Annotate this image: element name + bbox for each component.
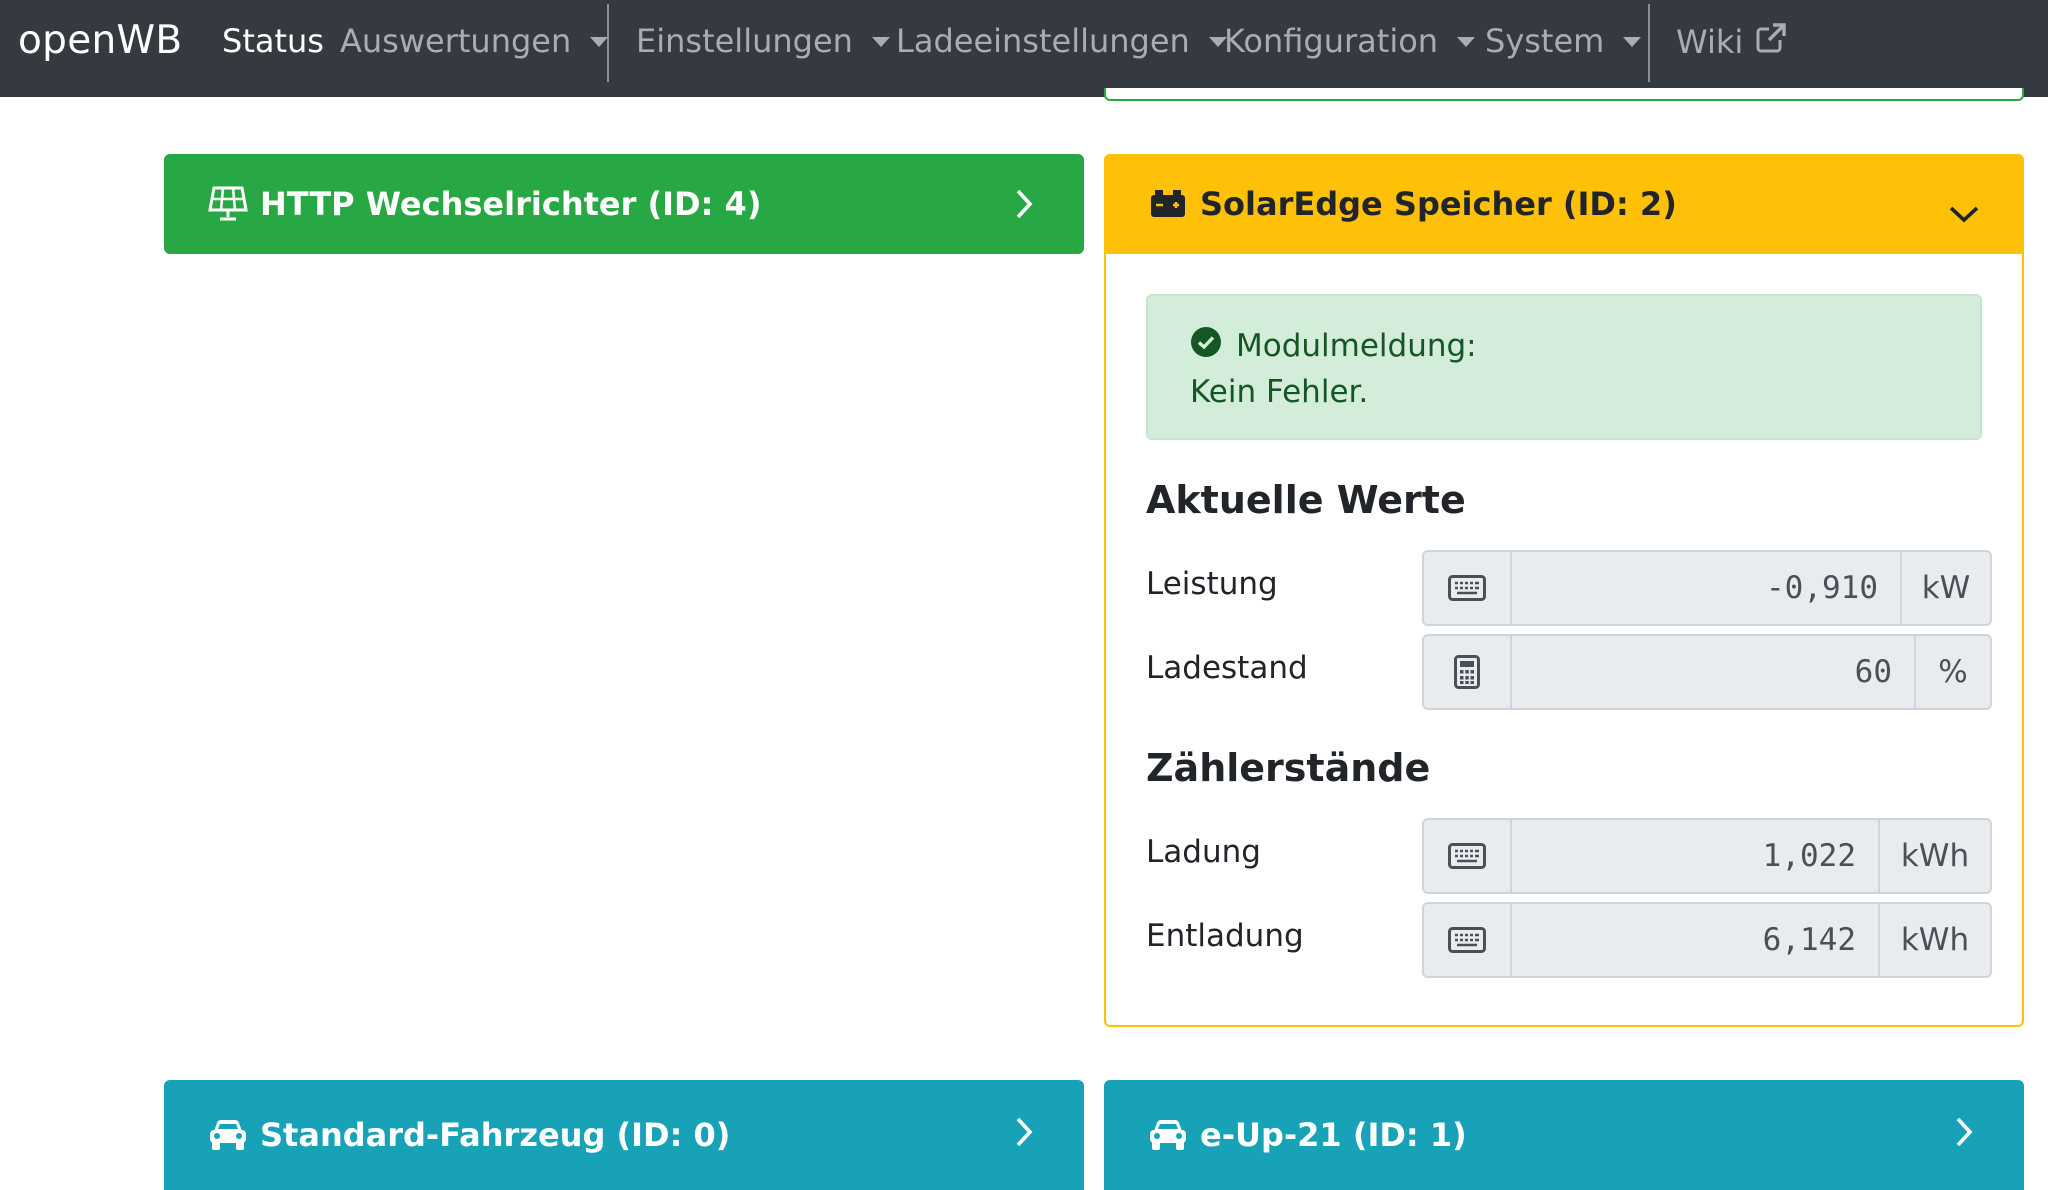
chevron-right-icon[interactable]	[1954, 1116, 1974, 1156]
vehicle-1-card-title: e-Up-21 (ID: 1)	[1200, 1116, 1467, 1154]
vehicle-0-card-title: Standard-Fahrzeug (ID: 0)	[260, 1116, 731, 1154]
navbar: openWB Status Auswertungen Einstellungen…	[0, 0, 2048, 97]
power-unit: kW	[1900, 552, 1990, 624]
previous-card-bottom	[1104, 88, 2024, 101]
chevron-right-icon[interactable]	[1014, 188, 1034, 228]
nav-einstellungen-label: Einstellungen	[636, 22, 853, 60]
inverter-card-header[interactable]: HTTP Wechselrichter (ID: 4)	[164, 154, 1084, 254]
alert-text: Kein Fehler.	[1190, 374, 1369, 410]
nav-system-label: System	[1485, 22, 1605, 60]
solar-panel-icon	[208, 184, 248, 224]
storage-card-header[interactable]: SolarEdge Speicher (ID: 2)	[1104, 154, 2024, 254]
car-icon	[1148, 1115, 1188, 1155]
nav-status-label: Status	[222, 22, 324, 60]
soc-unit: %	[1914, 636, 1990, 708]
power-value: -0,910	[1766, 570, 1878, 606]
soc-label: Ladestand	[1146, 650, 1308, 686]
nav-ladeeinstellungen[interactable]: Ladeeinstellungen	[896, 22, 1227, 60]
charge-value: 1,022	[1762, 838, 1856, 874]
discharge-unit: kWh	[1878, 904, 1990, 976]
chevron-right-icon[interactable]	[1014, 1116, 1034, 1156]
discharge-value: 6,142	[1762, 922, 1856, 958]
nav-wiki[interactable]: Wiki	[1676, 22, 1788, 62]
caret-down-icon	[1623, 37, 1642, 47]
nav-auswertungen-label: Auswertungen	[340, 22, 572, 60]
current-values-title: Aktuelle Werte	[1146, 478, 1466, 522]
nav-konfiguration-label: Konfiguration	[1224, 22, 1439, 60]
vehicle-0-card-header[interactable]: Standard-Fahrzeug (ID: 0)	[164, 1080, 1084, 1190]
nav-konfiguration[interactable]: Konfiguration	[1224, 22, 1476, 60]
chevron-down-icon[interactable]	[1948, 194, 1980, 232]
nav-wiki-label: Wiki	[1676, 23, 1744, 61]
nav-einstellungen[interactable]: Einstellungen	[636, 22, 890, 60]
keyboard-icon	[1424, 904, 1512, 976]
vehicle-1-card-header[interactable]: e-Up-21 (ID: 1)	[1104, 1080, 2024, 1190]
keyboard-icon	[1424, 552, 1512, 624]
nav-system[interactable]: System	[1485, 22, 1642, 60]
charge-input-group: 1,022 kWh	[1422, 818, 1992, 894]
inverter-card-title: HTTP Wechselrichter (ID: 4)	[260, 185, 762, 223]
caret-down-icon	[590, 37, 609, 47]
counters-title: Zählerstände	[1146, 746, 1431, 790]
discharge-input-group: 6,142 kWh	[1422, 902, 1992, 978]
keyboard-icon	[1424, 820, 1512, 892]
soc-value: 60	[1854, 654, 1892, 690]
nav-auswertungen[interactable]: Auswertungen	[340, 22, 609, 60]
discharge-label: Entladung	[1146, 918, 1304, 954]
soc-input-group: 60 %	[1422, 634, 1992, 710]
charge-label: Ladung	[1146, 834, 1261, 870]
calculator-icon	[1424, 636, 1512, 708]
car-icon	[208, 1115, 248, 1155]
charge-unit: kWh	[1878, 820, 1990, 892]
external-link-icon	[1755, 22, 1788, 62]
nav-status[interactable]: Status	[222, 22, 324, 60]
caret-down-icon	[1457, 37, 1476, 47]
power-label: Leistung	[1146, 566, 1278, 602]
nav-divider	[607, 4, 609, 82]
nav-divider	[1648, 4, 1650, 82]
module-status-alert: Modulmeldung: Kein Fehler.	[1146, 294, 1982, 440]
brand-logo[interactable]: openWB	[18, 18, 182, 63]
storage-card-title: SolarEdge Speicher (ID: 2)	[1200, 185, 1677, 223]
power-input-group: -0,910 kW	[1422, 550, 1992, 626]
check-circle-icon	[1190, 326, 1222, 366]
car-battery-icon	[1148, 184, 1188, 224]
alert-heading: Modulmeldung:	[1236, 328, 1477, 364]
caret-down-icon	[871, 37, 890, 47]
nav-ladeeinstellungen-label: Ladeeinstellungen	[896, 22, 1190, 60]
